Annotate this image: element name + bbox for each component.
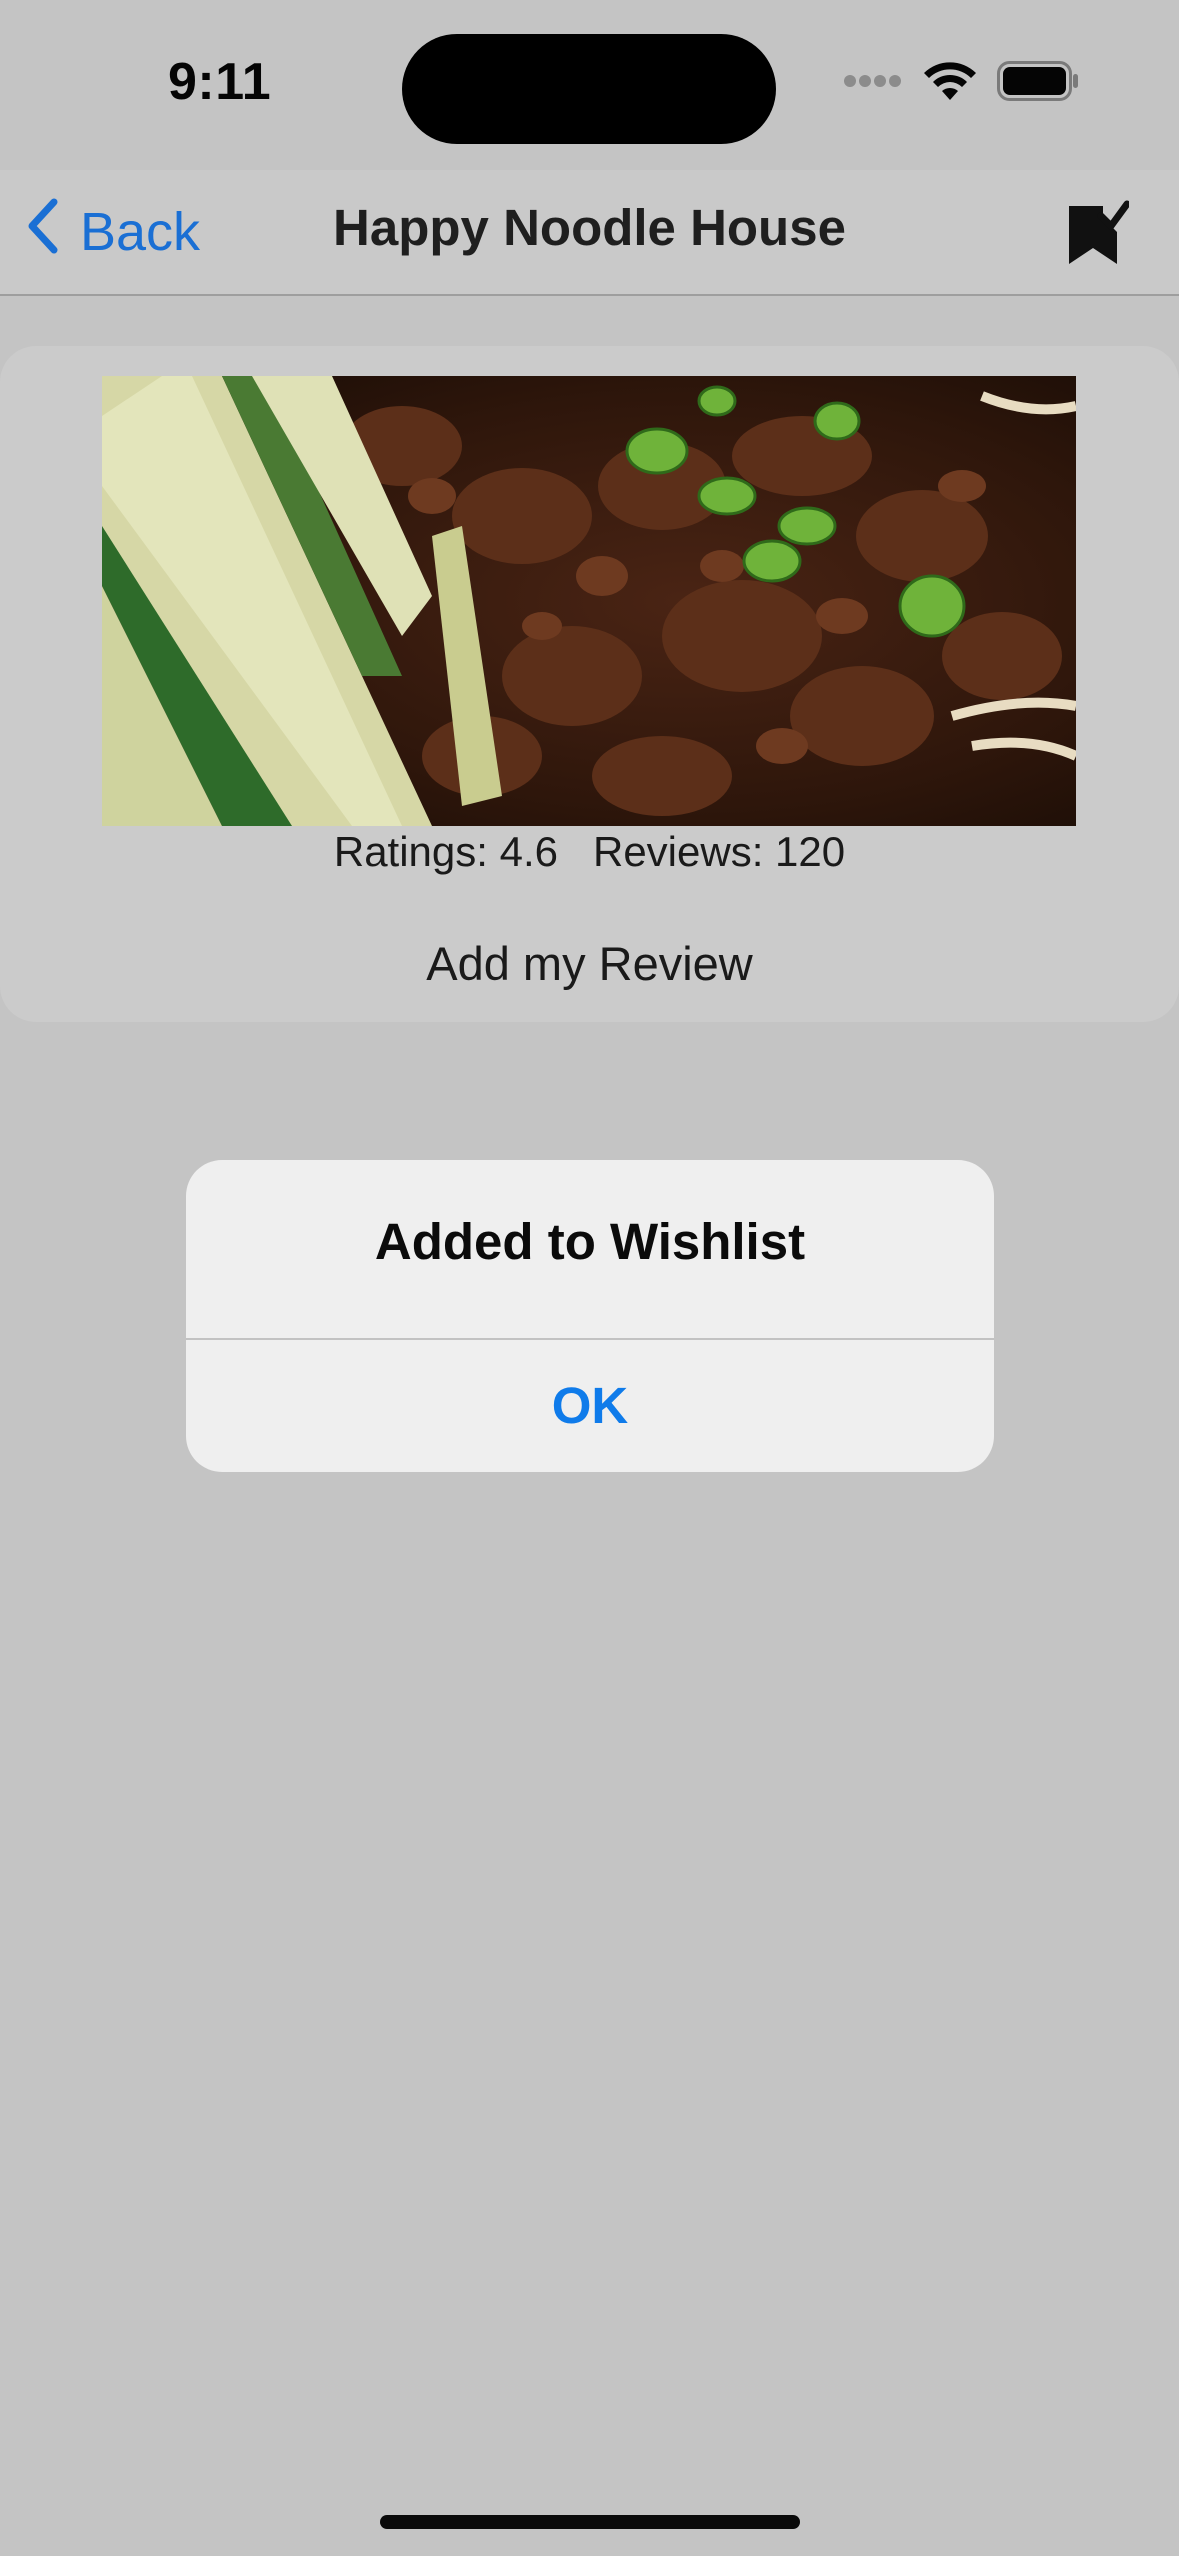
restaurant-card: Ratings: 4.6 Reviews: 120 Add my Review — [0, 346, 1179, 1022]
dynamic-island — [402, 34, 776, 144]
food-photo — [102, 376, 1076, 826]
wishlist-alert: Added to Wishlist OK — [186, 1160, 994, 1472]
battery-icon — [997, 61, 1079, 106]
ratings-reviews-text: Ratings: 4.6 Reviews: 120 — [333, 828, 846, 875]
cellular-signal-icon — [843, 74, 903, 93]
status-icons — [843, 60, 1079, 107]
home-indicator[interactable] — [380, 2515, 800, 2529]
status-bar: 9:11 — [0, 0, 1179, 170]
add-review-button[interactable]: Add my Review — [0, 936, 1179, 991]
page-title: Happy Noodle House — [333, 199, 846, 256]
bookmark-check-icon — [1065, 200, 1131, 272]
bookmark-button[interactable] — [1065, 198, 1131, 268]
status-time: 9:11 — [168, 53, 272, 111]
navigation-bar: Back Happy Noodle House — [0, 170, 1179, 296]
alert-title: Added to Wishlist — [374, 1213, 806, 1270]
alert-ok-button[interactable]: OK — [186, 1340, 994, 1472]
wifi-icon — [923, 60, 977, 107]
